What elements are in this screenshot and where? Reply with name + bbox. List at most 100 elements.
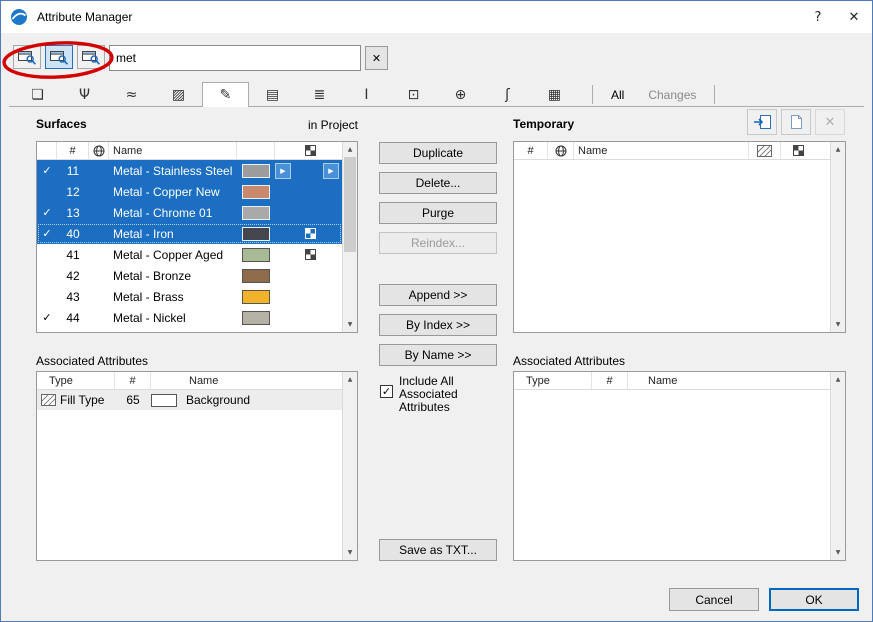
color-swatch[interactable] [242, 311, 270, 325]
scroll-track[interactable] [343, 387, 357, 545]
copy-attribute-button[interactable] [781, 109, 811, 135]
popup-arrow-button[interactable]: ▶ [275, 163, 291, 179]
texture-icon [305, 228, 316, 239]
archicad-logo-icon [10, 8, 28, 26]
by-index-button[interactable]: By Index >> [379, 314, 497, 336]
building-materials-icon: ⊕ [455, 87, 467, 103]
surface-row-40[interactable]: ✓40Metal - Iron [37, 223, 342, 244]
row-name: Metal - Bronze [109, 265, 237, 286]
surfaces-scrollbar[interactable]: ▲ ▼ [342, 142, 357, 332]
tab-grids[interactable]: ▦ [531, 83, 578, 106]
scroll-down-arrow[interactable]: ▼ [343, 545, 357, 560]
grids-icon: ▦ [548, 87, 561, 103]
filter-mode-double-button[interactable] [45, 45, 73, 69]
tab-line-weights[interactable]: ≣ [296, 83, 343, 106]
associated-attributes-title-left: Associated Attributes [36, 354, 148, 368]
temporary-table: # Name ▲ ▼ [513, 141, 846, 333]
tab-line-types[interactable]: ≈ [108, 83, 155, 106]
scroll-down-arrow[interactable]: ▼ [831, 545, 845, 560]
append-to-temporary-button[interactable] [747, 109, 777, 135]
associated-attribute-row[interactable]: Fill Type65Background [37, 390, 342, 410]
surface-row-13[interactable]: ✓13Metal - Chrome 01 [37, 202, 342, 223]
by-name-button[interactable]: By Name >> [379, 344, 497, 366]
profiles-icon: Ⅰ [364, 87, 368, 103]
filter-mode-single-button[interactable] [13, 45, 41, 69]
color-swatch[interactable] [242, 227, 270, 241]
close-button[interactable]: ✕ [836, 1, 872, 33]
surface-row-11[interactable]: ✓11Metal - Stainless Steel▶▶ [37, 160, 342, 181]
attribute-type-tabbar: ❏ Ψ≈▨ ✎ ▤≣ Ⅰ ⊡ ⊕ ʃ ▦ All Changes [9, 83, 864, 107]
globe-icon [89, 142, 109, 159]
row-name: Metal - Nickel [109, 307, 237, 328]
tab-layers[interactable]: ❏ [14, 83, 61, 106]
duplicate-button[interactable]: Duplicate [379, 142, 497, 164]
tab-zone-categories[interactable]: ⊡ [390, 83, 437, 106]
purge-button[interactable]: Purge [379, 202, 497, 224]
row-checkmark: ✓ [37, 307, 57, 328]
surface-row-44[interactable]: ✓44Metal - Nickel [37, 307, 342, 328]
tab-surfaces[interactable]: ✎ [202, 82, 249, 107]
cancel-button[interactable]: Cancel [669, 588, 759, 611]
tab-building-materials[interactable]: ⊕ [437, 83, 484, 106]
color-swatch[interactable] [242, 206, 270, 220]
column-type: Type [37, 372, 115, 389]
popup-arrow-button[interactable]: ▶ [323, 163, 339, 179]
color-swatch[interactable] [242, 290, 270, 304]
scroll-up-arrow[interactable]: ▲ [831, 372, 845, 387]
associated-attributes-table-left: Type # Name Fill Type65Background ▲ ▼ [36, 371, 358, 561]
clear-filter-button[interactable]: ✕ [365, 46, 388, 70]
color-swatch[interactable] [242, 185, 270, 199]
column-index: # [115, 372, 151, 389]
row-checkmark [37, 244, 57, 265]
help-button[interactable]: ? [800, 1, 836, 33]
in-project-label: in Project [251, 118, 358, 132]
ok-button[interactable]: OK [769, 588, 859, 611]
assoc-left-scrollbar[interactable]: ▲ ▼ [342, 372, 357, 560]
tab-fill-types[interactable]: ▨ [155, 83, 202, 106]
tab-profiles[interactable]: Ⅰ [343, 83, 390, 106]
scroll-down-arrow[interactable]: ▼ [831, 317, 845, 332]
column-index: # [592, 372, 628, 389]
color-swatch[interactable] [242, 248, 270, 262]
surface-row-43[interactable]: 43Metal - Brass [37, 286, 342, 307]
tab-composites[interactable]: ▤ [249, 83, 296, 106]
filter-input[interactable] [109, 45, 361, 71]
include-all-checkbox[interactable]: ✓ [380, 385, 393, 398]
tab-operation-profiles[interactable]: ʃ [484, 83, 531, 106]
tab-all[interactable]: All [599, 88, 636, 106]
scroll-down-arrow[interactable]: ▼ [343, 317, 357, 332]
scroll-up-arrow[interactable]: ▲ [343, 372, 357, 387]
assoc-right-scrollbar[interactable]: ▲ ▼ [830, 372, 845, 560]
append-button[interactable]: Append >> [379, 284, 497, 306]
row-name: Metal - Copper New [109, 181, 237, 202]
scroll-track[interactable] [343, 157, 357, 317]
surface-row-12[interactable]: 12Metal - Copper New [37, 181, 342, 202]
dialog-filter-icon [17, 49, 37, 65]
scroll-up-arrow[interactable]: ▲ [343, 142, 357, 157]
surfaces-icon: ✎ [220, 87, 232, 103]
window-title: Attribute Manager [37, 10, 132, 24]
scroll-track[interactable] [831, 387, 845, 545]
surface-row-41[interactable]: 41Metal - Copper Aged [37, 244, 342, 265]
globe-icon [548, 142, 574, 159]
delete-temporary-button[interactable]: ✕ [815, 109, 845, 135]
surfaces-rows: ✓11Metal - Stainless Steel▶▶12Metal - Co… [37, 160, 342, 328]
filter-mode-query-button[interactable] [77, 45, 105, 69]
texture-column-icon [275, 142, 342, 159]
color-swatch[interactable] [242, 164, 270, 178]
scroll-thumb[interactable] [344, 157, 356, 252]
layers-icon: ❏ [31, 87, 44, 103]
temporary-scrollbar[interactable]: ▲ ▼ [830, 142, 845, 332]
scroll-up-arrow[interactable]: ▲ [831, 142, 845, 157]
include-all-checkbox-label: Include All Associated Attributes [399, 375, 493, 414]
surface-row-42[interactable]: 42Metal - Bronze [37, 265, 342, 286]
color-swatch[interactable] [242, 269, 270, 283]
save-as-txt-button[interactable]: Save as TXT... [379, 539, 497, 561]
tab-pens[interactable]: Ψ [61, 83, 108, 106]
tab-changes[interactable]: Changes [636, 88, 708, 106]
reindex-button[interactable]: Reindex... [379, 232, 497, 254]
scroll-track[interactable] [831, 157, 845, 317]
delete-button[interactable]: Delete... [379, 172, 497, 194]
tab-separator [714, 85, 715, 104]
column-index: # [57, 142, 89, 159]
